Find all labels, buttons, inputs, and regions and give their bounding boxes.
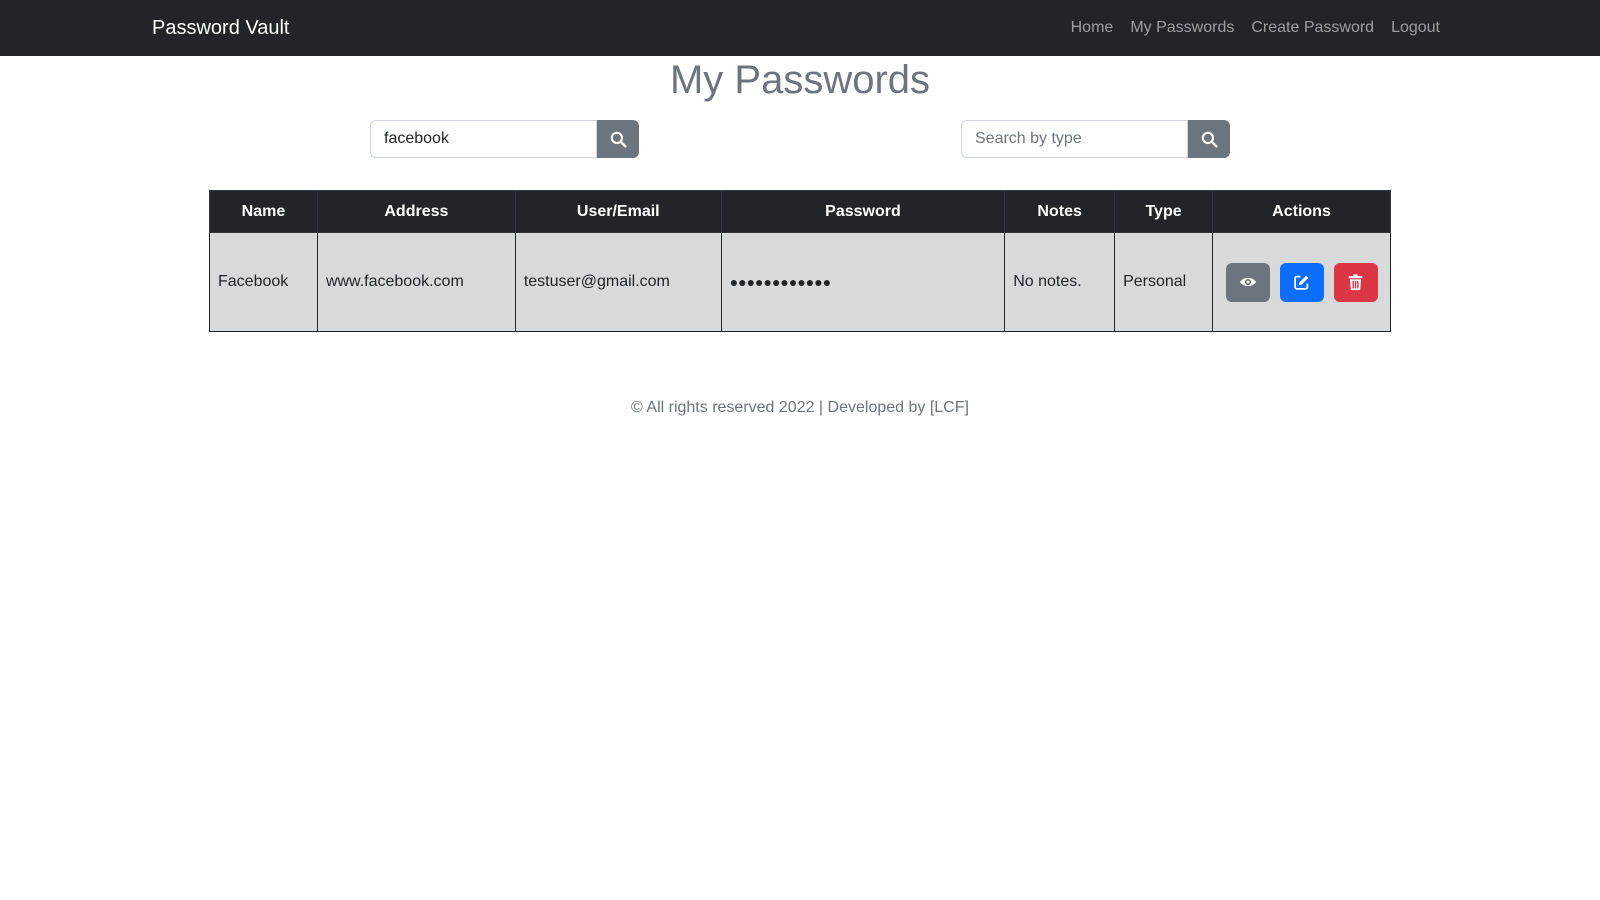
navbar: Password Vault Home My Passwords Create … — [0, 0, 1600, 56]
header-type: Type — [1114, 190, 1214, 233]
type-search-group — [961, 120, 1230, 158]
cell-password: ●●●●●●●●●●●● — [720, 232, 1006, 332]
footer: © All rights reserved 2022 | Developed b… — [631, 399, 969, 416]
passwords-table: Name Address User/Email Password Notes T… — [209, 190, 1391, 332]
cell-actions — [1212, 232, 1391, 332]
header-password: Password — [720, 190, 1006, 233]
page-title: My Passwords — [669, 58, 931, 102]
passwords-table-wrap: Name Address User/Email Password Notes T… — [209, 190, 1391, 332]
navbar-brand[interactable]: Password Vault — [152, 17, 289, 40]
nav-link-create-password[interactable]: Create Password — [1251, 19, 1374, 37]
row-actions — [1213, 262, 1390, 302]
edit-icon — [1294, 275, 1309, 290]
header-actions: Actions — [1212, 190, 1391, 233]
cell-name: Facebook — [209, 232, 318, 332]
table-header-row: Name Address User/Email Password Notes T… — [209, 190, 1391, 233]
search-icon — [1201, 131, 1218, 148]
name-search-button[interactable] — [597, 120, 639, 158]
header-user-email: User/Email — [514, 190, 722, 233]
delete-password-button[interactable] — [1333, 262, 1378, 302]
name-search-input[interactable] — [370, 120, 597, 158]
cell-address: www.facebook.com — [316, 232, 516, 332]
trash-icon — [1348, 273, 1363, 290]
edit-password-button[interactable] — [1279, 262, 1324, 302]
nav-link-my-passwords[interactable]: My Passwords — [1130, 19, 1234, 37]
cell-notes: No notes. — [1004, 232, 1116, 332]
header-name: Name — [209, 190, 318, 233]
type-search-input[interactable] — [961, 120, 1188, 158]
nav-link-logout[interactable]: Logout — [1391, 19, 1440, 37]
nav-link-home[interactable]: Home — [1071, 19, 1114, 37]
view-password-button[interactable] — [1225, 262, 1270, 302]
cell-user-email: testuser@gmail.com — [514, 232, 722, 332]
table-row: Facebook www.facebook.com testuser@gmail… — [209, 232, 1391, 332]
type-search-button[interactable] — [1188, 120, 1230, 158]
eye-icon — [1239, 277, 1256, 287]
nav-links: Home My Passwords Create Password Logout — [1071, 19, 1440, 37]
header-notes: Notes — [1004, 190, 1116, 233]
header-address: Address — [316, 190, 516, 233]
name-search-group — [370, 120, 639, 158]
cell-type: Personal — [1114, 232, 1214, 332]
search-icon — [610, 131, 627, 148]
